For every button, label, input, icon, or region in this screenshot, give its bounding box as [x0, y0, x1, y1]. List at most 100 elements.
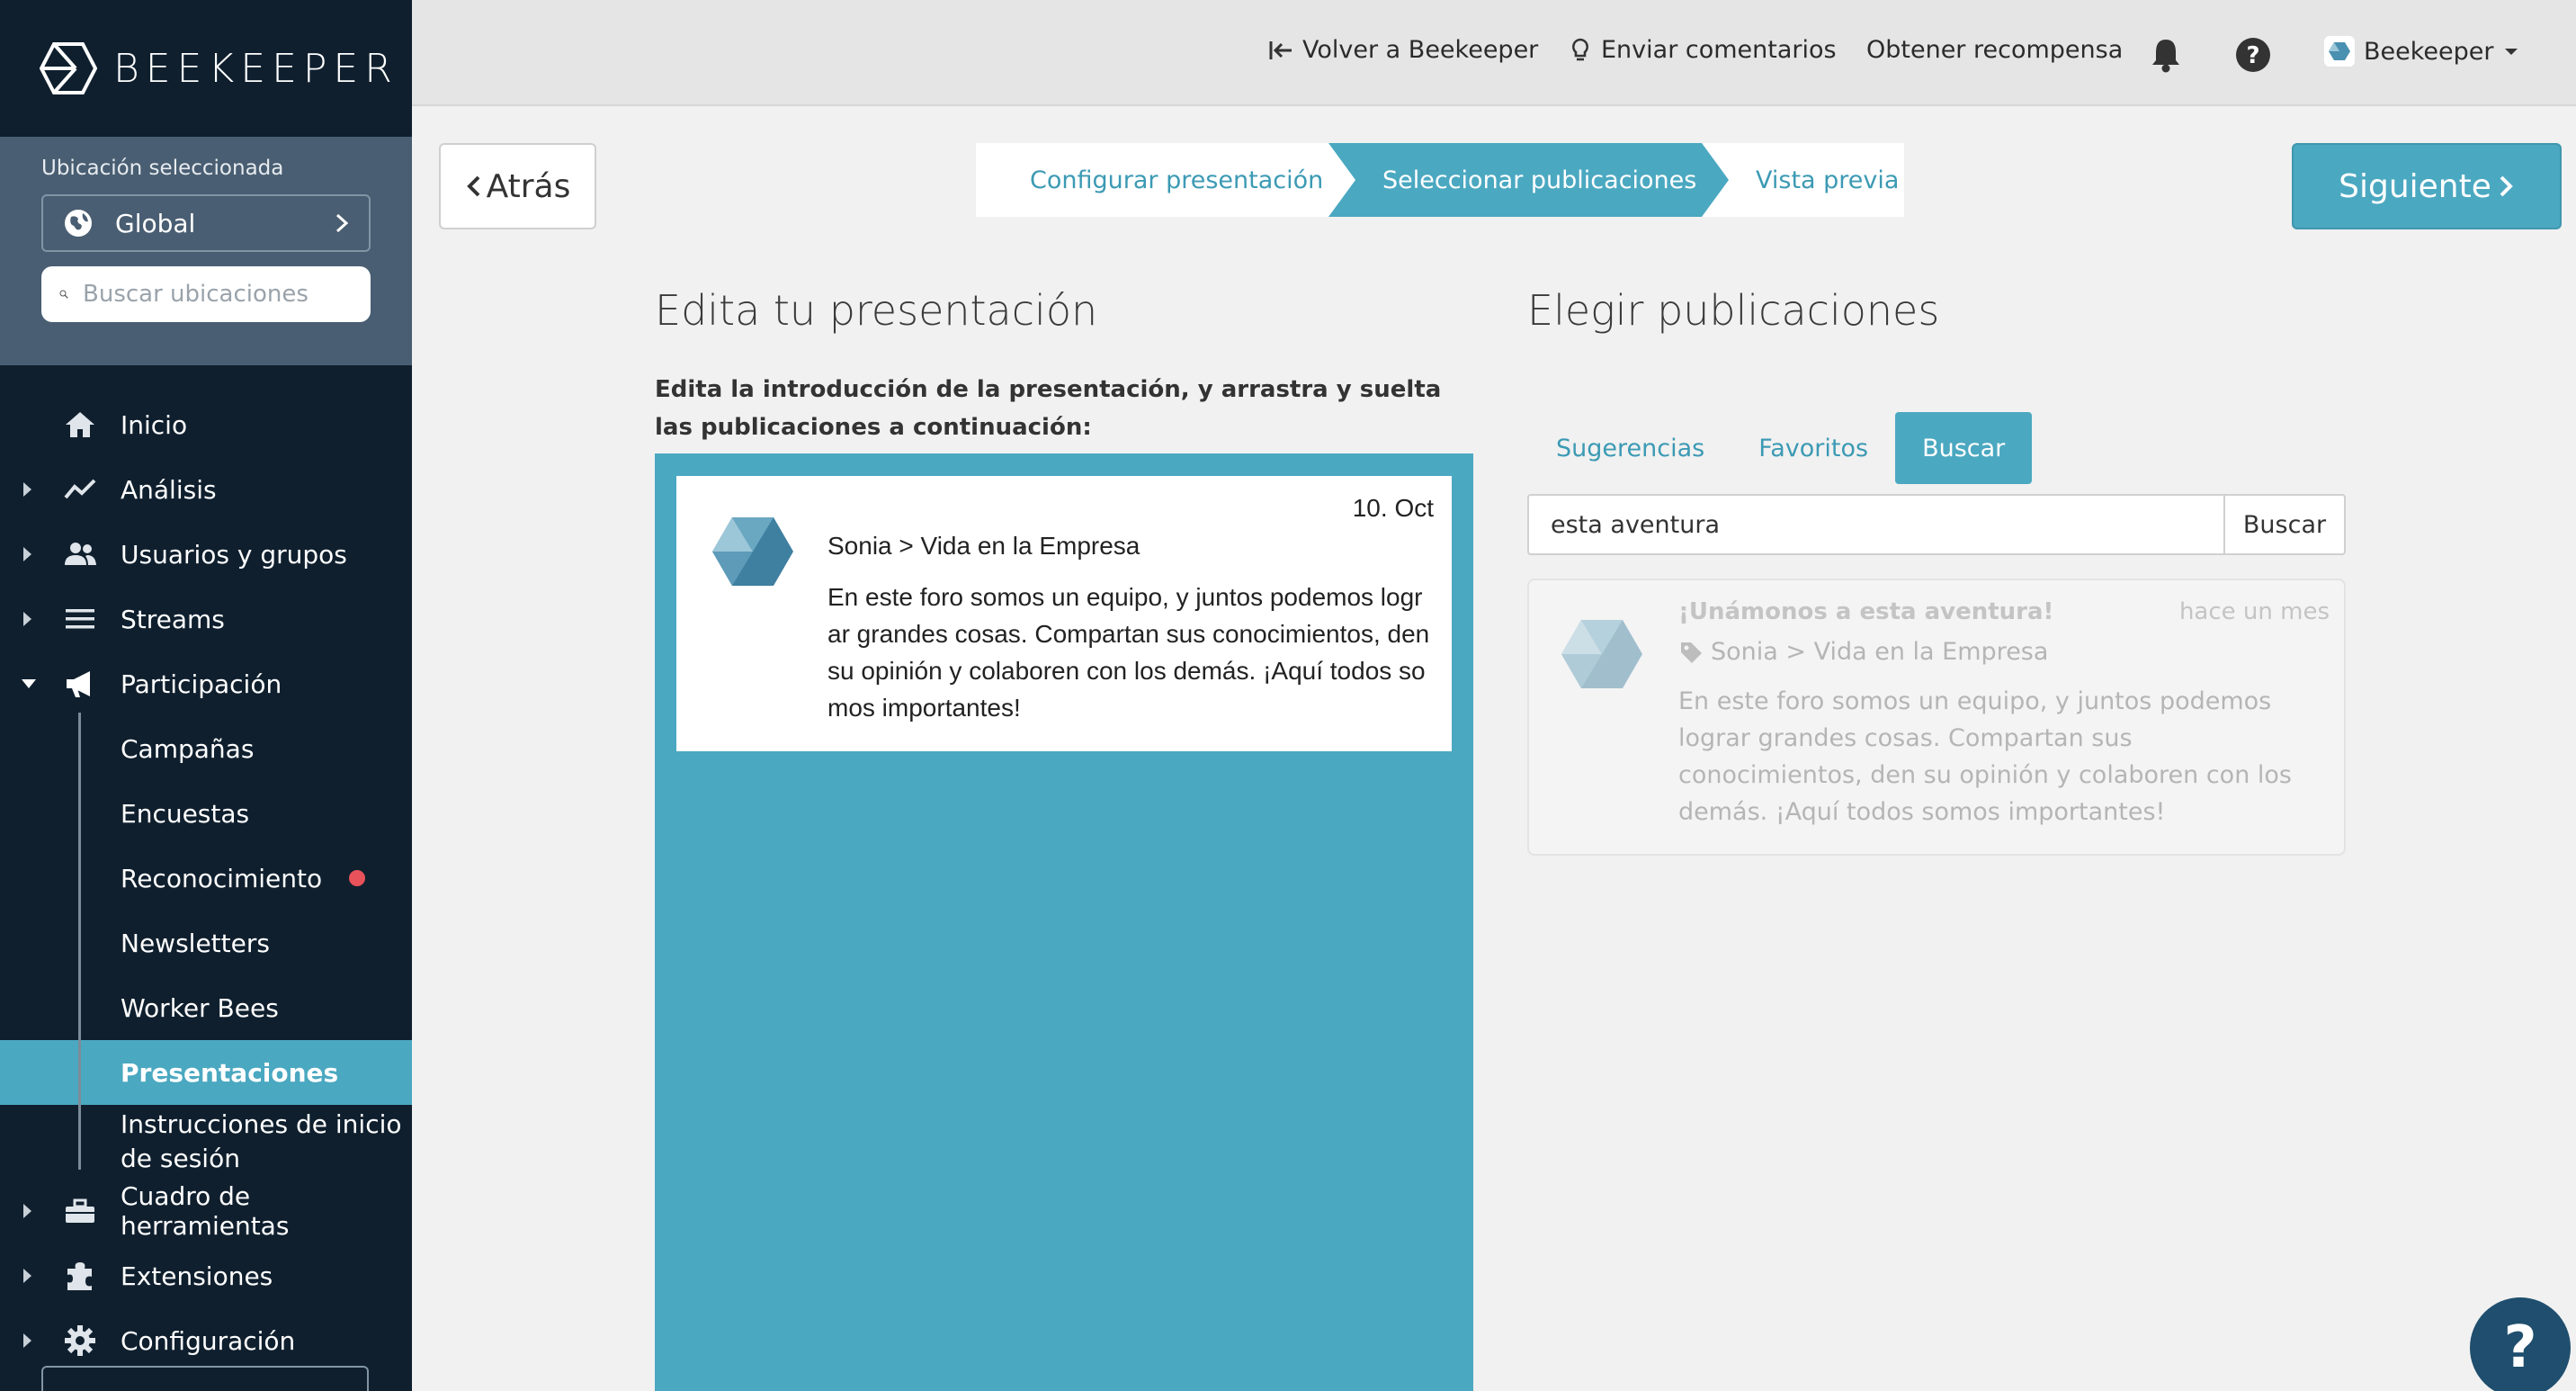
sidebar-item-analisis[interactable]: Análisis — [0, 457, 412, 522]
post-search-input[interactable] — [1527, 494, 2223, 555]
back-to-beekeeper-link[interactable]: Volver a Beekeeper — [1268, 36, 1538, 64]
home-icon — [63, 408, 97, 442]
sidebar-item-label: Usuarios y grupos — [121, 539, 347, 570]
account-name: Beekeeper — [2364, 37, 2494, 66]
sidebar-item-usuarios[interactable]: Usuarios y grupos — [0, 522, 412, 587]
submenu-guide-line — [78, 713, 81, 1170]
caret-right-icon — [23, 1204, 31, 1218]
step-vista-previa[interactable]: Vista previa — [1756, 143, 1899, 217]
caret-right-icon — [23, 547, 31, 561]
sidebar-item-participacion[interactable]: Participación — [0, 651, 412, 716]
sidebar-item-label: Configuración — [121, 1325, 296, 1356]
brand[interactable]: BEEKEEPER — [0, 0, 412, 137]
tab-buscar[interactable]: Buscar — [1895, 412, 2033, 484]
caret-right-icon — [23, 1333, 31, 1348]
get-reward-label: Obtener recompensa — [1866, 36, 2124, 64]
sidebar-item-label: Presentaciones — [121, 1057, 339, 1088]
search-result-card[interactable]: ¡Unámonos a esta aventura! hace un mes S… — [1527, 579, 2346, 856]
sidebar-bottom-button[interactable] — [41, 1366, 369, 1391]
back-button-label: Atrás — [486, 167, 571, 205]
globe-icon — [65, 210, 92, 237]
edit-instructions: Edita la introducción de la presentación… — [655, 376, 1442, 441]
users-icon — [63, 537, 97, 571]
choose-posts-title: Elegir publicaciones — [1527, 286, 1940, 335]
post-date: 10. Oct — [1352, 494, 1434, 522]
chevron-right-icon — [335, 213, 349, 233]
post-tabs: Sugerencias Favoritos Buscar — [1529, 412, 2033, 484]
account-menu[interactable]: Beekeeper — [2324, 36, 2519, 67]
toolbox-icon — [63, 1194, 97, 1228]
puzzle-icon — [63, 1259, 97, 1293]
help-circle-icon[interactable]: ? — [2234, 36, 2272, 74]
post-search-button[interactable]: Buscar — [2223, 494, 2346, 555]
account-avatar-icon — [2324, 36, 2355, 67]
intro-post-card[interactable]: 10. Oct Sonia > Vida en la Empresa En es… — [676, 476, 1452, 751]
bell-icon[interactable] — [2148, 36, 2184, 74]
step-label: Vista previa — [1756, 166, 1900, 194]
back-to-beekeeper-label: Volver a Beekeeper — [1302, 36, 1539, 64]
send-feedback-link[interactable]: Enviar comentarios — [1569, 36, 1837, 64]
sidebar-item-label: Inicio — [121, 409, 188, 440]
post-body[interactable]: En este foro somos un equipo, y juntos p… — [827, 579, 1432, 726]
sidebar-item-label: Análisis — [121, 474, 217, 505]
sidebar-item-instrucciones[interactable]: Instrucciones de inicio de sesión — [0, 1105, 412, 1179]
location-selector[interactable]: Global — [41, 194, 371, 252]
chevron-left-icon — [466, 175, 480, 197]
result-time: hace un mes — [2178, 598, 2330, 625]
step-configurar[interactable]: Configurar presentación — [1030, 143, 1323, 217]
sidebar-item-label: Encuestas — [121, 798, 250, 829]
sidebar-item-extensiones[interactable]: Extensiones — [0, 1243, 412, 1308]
sidebar-item-label: Streams — [121, 604, 225, 634]
tab-favoritos[interactable]: Favoritos — [1731, 412, 1895, 484]
chart-line-icon — [63, 472, 97, 507]
result-crumb: Sonia > Vida en la Empresa — [1711, 638, 2049, 666]
sidebar-item-inicio[interactable]: Inicio — [0, 392, 412, 457]
sidebar-item-campanas[interactable]: Campañas — [0, 716, 412, 781]
location-panel: Ubicación seleccionada Global — [0, 137, 412, 365]
menu-lines-icon — [63, 602, 97, 636]
caret-down-icon — [22, 679, 36, 688]
result-crumb-row: Sonia > Vida en la Empresa — [1678, 638, 2048, 666]
topbar: Volver a Beekeeper Enviar comentarios Ob… — [412, 0, 2576, 106]
tab-sugerencias[interactable]: Sugerencias — [1529, 412, 1731, 484]
sidebar-item-reconocimiento[interactable]: Reconocimiento — [0, 846, 412, 911]
hexagon-avatar-icon — [712, 517, 793, 586]
caret-right-icon — [23, 1269, 31, 1283]
wizard-steps: Configurar presentación Seleccionar publ… — [976, 143, 1904, 217]
beekeeper-logo-icon — [40, 42, 97, 94]
sidebar-item-encuestas[interactable]: Encuestas — [0, 781, 412, 846]
caret-right-icon — [23, 612, 31, 626]
help-chat-button[interactable]: ? — [2470, 1297, 2571, 1391]
sidebar-item-herramientas[interactable]: Cuadro de herramientas — [0, 1179, 412, 1243]
location-search-input[interactable] — [83, 281, 353, 308]
sidebar-item-newsletters[interactable]: Newsletters — [0, 911, 412, 975]
location-search[interactable] — [41, 266, 371, 322]
sidebar: BEEKEEPER Ubicación seleccionada Global — [0, 0, 412, 1391]
gear-icon — [63, 1324, 97, 1358]
sidebar-item-label: Participación — [121, 669, 282, 699]
get-reward-link[interactable]: Obtener recompensa — [1866, 36, 2123, 64]
sidebar-item-label: Extensiones — [121, 1261, 273, 1291]
result-title: ¡Unámonos a esta aventura! — [1678, 598, 2054, 625]
post-search: Buscar — [1527, 494, 2346, 555]
svg-text:?: ? — [2246, 42, 2259, 69]
search-icon — [59, 290, 68, 299]
chevron-right-icon — [2500, 175, 2513, 197]
location-value: Global — [115, 208, 196, 238]
sidebar-item-label: Reconocimiento — [121, 863, 323, 893]
back-button[interactable]: Atrás — [439, 143, 596, 229]
hexagon-avatar-icon — [1561, 620, 1642, 688]
step-label: Seleccionar publicaciones — [1382, 166, 1697, 194]
result-body: En este foro somos un equipo, y juntos p… — [1678, 687, 2292, 826]
next-button[interactable]: Siguiente — [2292, 143, 2562, 229]
sidebar-item-label: Campañas — [121, 733, 255, 764]
megaphone-icon — [63, 667, 97, 701]
brand-name: BEEKEEPER — [113, 45, 398, 92]
sidebar-item-worker-bees[interactable]: Worker Bees — [0, 975, 412, 1040]
sidebar-item-streams[interactable]: Streams — [0, 587, 412, 651]
sidebar-item-presentaciones[interactable]: Presentaciones — [0, 1040, 412, 1105]
sidebar-item-configuracion[interactable]: Configuración — [0, 1308, 412, 1373]
step-seleccionar[interactable]: Seleccionar publicaciones — [1382, 143, 1696, 217]
notification-dot — [349, 870, 365, 886]
lightbulb-icon — [1572, 38, 1588, 60]
